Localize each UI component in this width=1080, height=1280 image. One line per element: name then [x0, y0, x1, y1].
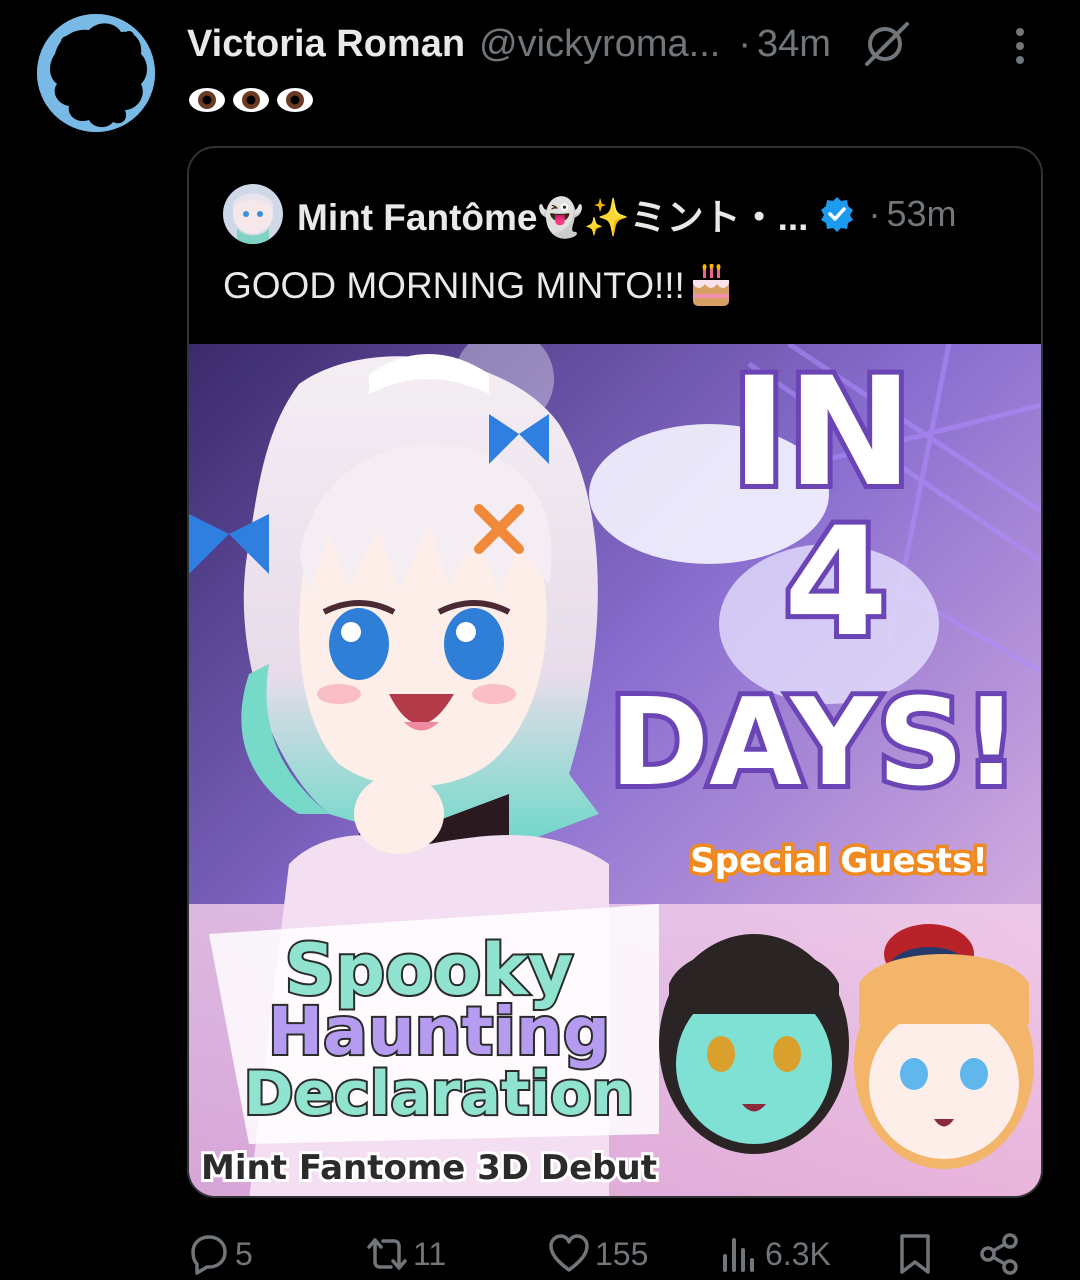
reply-count: 5: [235, 1235, 253, 1272]
views-count: 6.3K: [765, 1235, 831, 1272]
separator-dot: ·: [738, 22, 751, 65]
bookmark-icon: [900, 1234, 930, 1274]
tweet-text: [187, 80, 315, 126]
author-handle[interactable]: @vickyroma...: [479, 23, 720, 66]
tweet-header: Victoria Roman @vickyroma... · 34m: [187, 16, 1067, 72]
separator-dot: ·: [868, 193, 881, 234]
share-button[interactable]: [977, 1228, 1021, 1280]
tweet-action-bar: 5 11 155 6.3K: [187, 1228, 1043, 1280]
verified-badge-icon: [821, 197, 854, 232]
share-icon: [980, 1233, 1018, 1275]
muted-conversation-icon: [864, 22, 909, 66]
quoted-author-name[interactable]: Mint Fantôme👻✨ミント・...: [297, 187, 808, 241]
birthday-cake-emoji-icon: [692, 264, 729, 306]
quoted-tweet-card[interactable]: Mint Fantôme👻✨ミント・... · 53m GOOD MORNING…: [187, 146, 1043, 1198]
reply-button[interactable]: 5: [187, 1228, 253, 1280]
image-headline-line2: 4: [784, 496, 888, 670]
logo-line3: Declaration: [244, 1059, 634, 1129]
quoted-author-avatar[interactable]: [223, 184, 283, 244]
author-name[interactable]: Victoria Roman: [187, 23, 465, 66]
quoted-tweet-header: Mint Fantôme👻✨ミント・... · 53m: [223, 182, 1023, 246]
quoted-tweet-text: GOOD MORNING MINTO!!!: [223, 264, 733, 308]
repost-button[interactable]: 11: [365, 1228, 446, 1280]
views-button[interactable]: 6.3K: [717, 1228, 831, 1280]
quoted-tweet-image[interactable]: IN 4 DAYS! Special Guests! Spooky Haunti…: [189, 344, 1041, 1196]
timestamp[interactable]: 34m: [757, 23, 831, 66]
logo-subtitle: Mint Fantome 3D Debut: [201, 1148, 657, 1188]
image-headline-line1: IN: [731, 346, 912, 520]
special-guests-badge: Special Guests!: [690, 841, 988, 881]
reply-icon: [191, 1235, 227, 1275]
heart-icon: [549, 1234, 589, 1272]
repost-count: 11: [413, 1235, 447, 1272]
bookmark-button[interactable]: [893, 1228, 937, 1280]
like-count: 155: [595, 1235, 649, 1272]
author-avatar[interactable]: [37, 14, 155, 132]
eyes-emoji-icon: [277, 88, 313, 112]
repost-icon: [367, 1238, 407, 1270]
like-button[interactable]: 155: [547, 1228, 648, 1280]
eyes-emoji-icon: [233, 88, 269, 112]
views-icon: [723, 1238, 754, 1272]
quoted-tweet-text-content: GOOD MORNING MINTO!!!: [223, 265, 685, 306]
image-headline-line3: DAYS!: [609, 674, 1018, 813]
more-options-icon[interactable]: [1010, 26, 1030, 66]
quoted-timestamp[interactable]: 53m: [886, 193, 956, 235]
eyes-emoji-icon: [189, 88, 225, 112]
